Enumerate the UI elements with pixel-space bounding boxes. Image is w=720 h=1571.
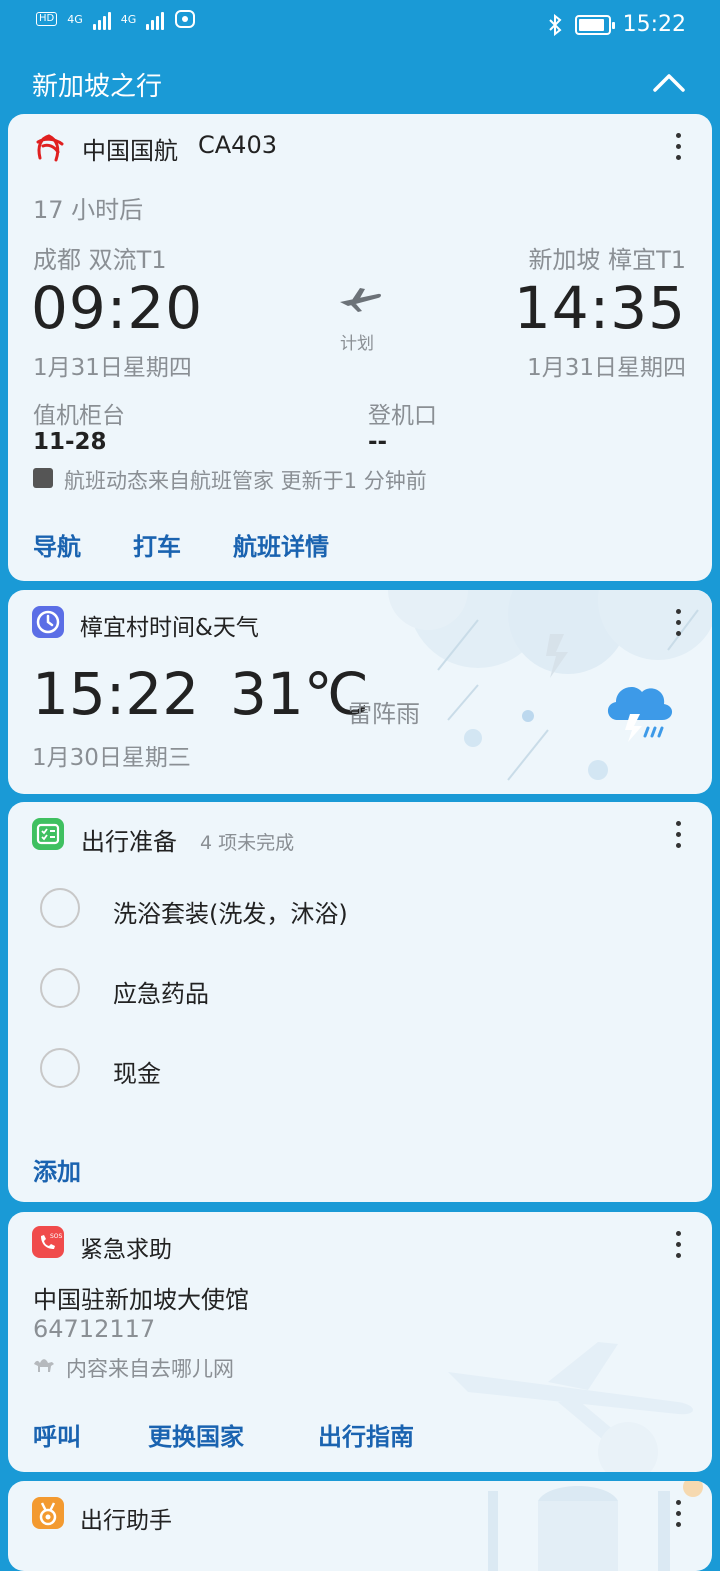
prep-count: 4 项未完成 — [200, 832, 295, 854]
add-item-button[interactable]: 添加 — [33, 1152, 81, 1187]
flight-card[interactable]: 中国国航 CA403 17 小时后 成都 双流T1 新加坡 樟宜T1 09:20… — [8, 114, 712, 581]
weather-condition: 雷阵雨 — [348, 700, 420, 728]
status-bar: HD 4G 4G 15:22 — [0, 0, 720, 52]
camel-icon — [34, 1359, 54, 1372]
arrival-airport: 新加坡 樟宜T1 — [528, 246, 686, 274]
flight-countdown: 17 小时后 — [33, 196, 144, 224]
sos-source-text: 内容来自去哪儿网 — [66, 1357, 234, 1381]
airplane-icon — [340, 288, 381, 312]
travel-assistant-card[interactable]: 出行助手 — [8, 1481, 712, 1571]
medal-icon — [32, 1497, 64, 1529]
airline-name: 中国国航 — [82, 137, 178, 165]
embassy-name: 中国驻新加坡大使馆 — [33, 1286, 249, 1314]
svg-text:SOS: SOS — [50, 1233, 63, 1240]
emergency-card[interactable]: SOS 紧急求助 中国驻新加坡大使馆 64712117 内容来自去哪儿网 呼叫 … — [8, 1212, 712, 1472]
checklist-item[interactable]: 洗浴套装(洗发，沐浴) — [38, 878, 638, 938]
checklist-item-label: 应急药品 — [113, 980, 209, 1008]
navigate-button[interactable]: 导航 — [33, 527, 81, 562]
arrival-date: 1月31日星期四 — [527, 355, 686, 381]
air-china-logo-icon — [36, 134, 64, 162]
travel-guide-button[interactable]: 出行指南 — [318, 1417, 414, 1452]
checklist-item-label: 洗浴套装(洗发，沐浴) — [113, 900, 348, 928]
departure-time: 09:20 — [31, 274, 204, 342]
departure-date: 1月31日星期四 — [33, 355, 192, 381]
network-type-2: 4G — [120, 12, 137, 26]
assistant-title: 出行助手 — [80, 1508, 172, 1534]
checkin-value: 11-28 — [33, 429, 107, 455]
embassy-phone: 64712117 — [33, 1315, 156, 1343]
flight-details-button[interactable]: 航班详情 — [233, 527, 329, 562]
weather-card[interactable]: 樟宜村时间&天气 15:22 31℃ 雷阵雨 1月30日星期三 — [8, 590, 712, 794]
weather-more-icon[interactable] — [666, 602, 690, 642]
status-icons-right: 15:22 — [547, 12, 686, 37]
flight-source-text: 航班动态来自航班管家 更新于1 分钟前 — [64, 469, 427, 493]
gate-label: 登机口 — [368, 403, 437, 429]
change-country-button[interactable]: 更换国家 — [148, 1417, 244, 1452]
prep-more-icon[interactable] — [666, 814, 690, 854]
battery-fill — [578, 18, 604, 31]
call-button[interactable]: 呼叫 — [33, 1417, 81, 1452]
checkin-label: 值机柜台 — [33, 403, 125, 429]
flight-source-icon — [33, 468, 53, 488]
flight-more-icon[interactable] — [666, 126, 690, 166]
sos-title: 紧急求助 — [80, 1237, 172, 1263]
taxi-button[interactable]: 打车 — [133, 527, 181, 562]
checklist-item[interactable]: 应急药品 — [38, 958, 638, 1018]
thunderstorm-icon — [607, 687, 673, 742]
nfc-icon — [175, 10, 196, 28]
hd-icon: HD — [36, 12, 58, 26]
checklist-icon — [32, 818, 64, 850]
local-date: 1月30日星期三 — [32, 745, 191, 771]
sos-phone-icon: SOS — [32, 1226, 64, 1258]
network-type-1: 4G — [67, 12, 83, 26]
weather-title: 樟宜村时间&天气 — [80, 615, 259, 641]
checklist-item-label: 现金 — [113, 1060, 161, 1088]
trip-title: 新加坡之行 — [32, 72, 163, 102]
travel-prep-card[interactable]: 出行准备 4 项未完成 洗浴套装(洗发，沐浴) 应急药品 现金 添加 — [8, 802, 712, 1202]
clock-icon — [32, 606, 64, 638]
sos-more-icon[interactable] — [666, 1224, 690, 1264]
trip-header: 新加坡之行 — [0, 52, 720, 112]
status-time: 15:22 — [622, 12, 686, 37]
signal-icon — [92, 8, 111, 30]
checkbox-circle[interactable] — [40, 968, 80, 1008]
local-time: 15:22 — [32, 660, 200, 728]
flight-status: 计划 — [340, 334, 374, 354]
battery-icon — [574, 14, 615, 35]
checkbox-circle[interactable] — [40, 1048, 80, 1088]
airplane-background-illustration — [448, 1342, 693, 1472]
arrival-time: 14:35 — [513, 274, 686, 342]
prep-title: 出行准备 — [81, 828, 177, 856]
assistant-more-icon[interactable] — [666, 1493, 690, 1533]
flight-number: CA403 — [198, 131, 277, 159]
checklist-item[interactable]: 现金 — [38, 1038, 638, 1098]
status-icons-left: HD 4G 4G — [36, 8, 196, 30]
bluetooth-icon — [548, 13, 562, 36]
checkbox-circle[interactable] — [40, 888, 80, 928]
signal-icon-2 — [146, 8, 165, 30]
departure-airport: 成都 双流T1 — [33, 246, 167, 274]
collapse-chevron-icon[interactable] — [652, 68, 686, 98]
gate-value: -- — [368, 429, 388, 455]
